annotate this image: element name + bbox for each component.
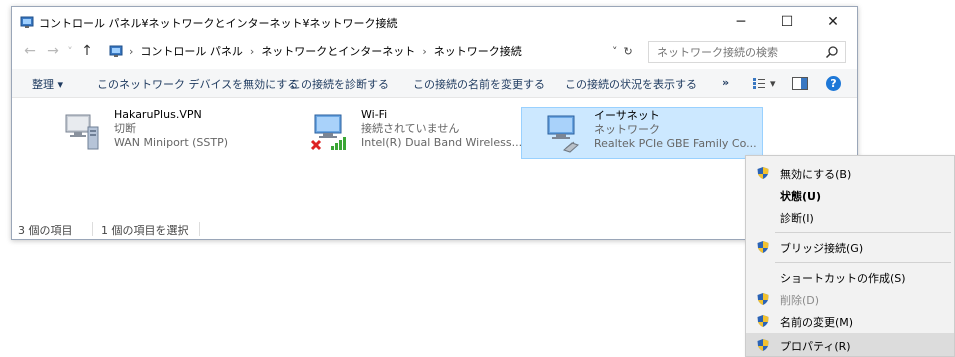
address-bar: ← → ˅ ↑ › コントロール パネル › ネットワークとインターネット › … bbox=[12, 37, 857, 65]
connection-name: HakaruPlus.VPN bbox=[114, 108, 202, 121]
menu-item-label: 状態(U) bbox=[780, 190, 821, 203]
menu-separator bbox=[775, 232, 951, 233]
search-icon[interactable] bbox=[825, 45, 839, 59]
list-item[interactable]: イーサネット ネットワーク Realtek PCIe GBE Family Co… bbox=[521, 107, 763, 159]
more-commands-button[interactable]: » bbox=[722, 76, 729, 89]
breadcrumb-separator[interactable]: › bbox=[250, 45, 254, 58]
menu-item-label: 名前の変更(M) bbox=[780, 316, 854, 329]
list-item[interactable]: HakaruPlus.VPN 切断 WAN Miniport (SSTP) bbox=[42, 107, 282, 157]
maximize-button[interactable]: ☐ bbox=[764, 7, 810, 37]
item-text: イーサネット ネットワーク Realtek PCIe GBE Family Co… bbox=[594, 109, 757, 151]
chevron-down-icon: ˅ bbox=[67, 44, 73, 58]
menu-item-label: ブリッジ接続(G) bbox=[780, 242, 864, 255]
status-bar: 3 個の項目 1 個の項目を選択 bbox=[12, 219, 857, 239]
breadcrumb-network-internet[interactable]: ネットワークとインターネット bbox=[261, 43, 415, 59]
menu-item-diagnose[interactable]: 診断(I) bbox=[746, 206, 954, 228]
menu-item-properties[interactable]: プロパティ(R) bbox=[746, 333, 954, 356]
up-button[interactable]: ↑ bbox=[78, 41, 96, 61]
uac-shield-icon bbox=[757, 293, 769, 305]
menu-item-label: 削除(D) bbox=[780, 294, 820, 307]
help-icon: ? bbox=[826, 75, 841, 91]
command-bar: 整理 ▾ このネットワーク デバイスを無効にする この接続を診断する この接続の… bbox=[12, 69, 857, 98]
wifi-adapter-icon bbox=[310, 114, 346, 151]
forward-arrow-icon: → bbox=[47, 43, 59, 59]
menu-item-status[interactable]: 状態(U) bbox=[746, 184, 954, 206]
preview-pane-button[interactable] bbox=[792, 74, 808, 92]
preview-pane-icon bbox=[792, 76, 808, 90]
rename-button[interactable]: この接続の名前を変更する bbox=[413, 76, 545, 92]
menu-item-label: ショートカットの作成(S) bbox=[780, 272, 906, 285]
selected-count: 1 個の項目を選択 bbox=[101, 224, 189, 237]
maximize-icon: ☐ bbox=[780, 14, 794, 30]
uac-shield-icon bbox=[757, 339, 769, 351]
menu-item-label: 診断(I) bbox=[780, 212, 814, 225]
uac-shield-icon bbox=[757, 315, 769, 327]
item-count: 3 個の項目 bbox=[18, 224, 73, 237]
minimize-button[interactable]: ─ bbox=[718, 7, 764, 37]
list-item[interactable]: Wi-Fi 接続されていません Intel(R) Dual Band Wirel… bbox=[289, 107, 529, 157]
uac-shield-icon bbox=[757, 241, 769, 253]
menu-item-bridge[interactable]: ブリッジ接続(G) bbox=[746, 236, 954, 258]
search-input[interactable] bbox=[649, 44, 819, 60]
address-tools: ˅ ↻ bbox=[612, 41, 633, 61]
chevron-down-icon: ▾ bbox=[770, 76, 776, 90]
connection-name: イーサネット bbox=[594, 109, 660, 122]
item-text: HakaruPlus.VPN 切断 WAN Miniport (SSTP) bbox=[114, 108, 228, 150]
diagnose-button[interactable]: この接続を診断する bbox=[290, 76, 389, 92]
close-button[interactable]: ✕ bbox=[810, 7, 856, 37]
menu-item-label: プロパティ(R) bbox=[780, 340, 851, 353]
context-menu: 無効にする(B) 状態(U) 診断(I) ブリッジ接続(G) ショートカットの作… bbox=[745, 155, 955, 357]
title-bar[interactable]: コントロール パネル¥ネットワークとインターネット¥ネットワーク接続 ─ ☐ ✕ bbox=[12, 7, 857, 37]
back-button[interactable]: ← bbox=[20, 41, 40, 61]
control-panel-icon bbox=[109, 45, 123, 57]
back-arrow-icon: ← bbox=[24, 43, 36, 59]
status-divider bbox=[92, 222, 93, 236]
breadcrumb-network-connections[interactable]: ネットワーク接続 bbox=[434, 43, 522, 59]
uac-shield-icon bbox=[757, 167, 769, 179]
breadcrumb-separator[interactable]: › bbox=[422, 45, 426, 58]
breadcrumb-control-panel[interactable]: コントロール パネル bbox=[140, 43, 243, 59]
view-details-icon bbox=[753, 78, 765, 89]
disable-device-button[interactable]: このネットワーク デバイスを無効にする bbox=[97, 76, 298, 92]
address-dropdown-icon[interactable]: ˅ bbox=[612, 45, 618, 58]
recent-locations-button[interactable]: ˅ bbox=[64, 41, 76, 61]
connection-name: Wi-Fi bbox=[361, 108, 388, 121]
breadcrumb-separator: › bbox=[129, 44, 134, 58]
view-status-button[interactable]: この接続の状況を表示する bbox=[565, 76, 697, 92]
up-arrow-icon: ↑ bbox=[81, 43, 93, 59]
menu-separator bbox=[775, 262, 951, 263]
forward-button[interactable]: → bbox=[43, 41, 63, 61]
menu-item-rename[interactable]: 名前の変更(M) bbox=[746, 310, 954, 332]
menu-item-label: 無効にする(B) bbox=[780, 168, 852, 181]
menu-item-delete[interactable]: 削除(D) bbox=[746, 288, 954, 310]
breadcrumb[interactable]: › コントロール パネル › ネットワークとインターネット › ネットワーク接続 bbox=[109, 41, 639, 61]
vpn-icon bbox=[65, 114, 99, 150]
explorer-window: コントロール パネル¥ネットワークとインターネット¥ネットワーク接続 ─ ☐ ✕… bbox=[11, 6, 858, 240]
connections-list: HakaruPlus.VPN 切断 WAN Miniport (SSTP) Wi… bbox=[12, 99, 857, 217]
organize-button[interactable]: 整理 ▾ bbox=[32, 76, 63, 92]
connection-status: ネットワーク bbox=[594, 123, 660, 136]
item-text: Wi-Fi 接続されていません Intel(R) Dual Band Wirel… bbox=[361, 108, 522, 150]
menu-item-create-shortcut[interactable]: ショートカットの作成(S) bbox=[746, 266, 954, 288]
control-panel-icon bbox=[20, 16, 34, 28]
status-divider bbox=[199, 222, 200, 236]
help-button[interactable]: ? bbox=[826, 74, 841, 92]
connection-device: WAN Miniport (SSTP) bbox=[114, 136, 229, 149]
search-box[interactable] bbox=[648, 41, 846, 63]
close-icon: ✕ bbox=[827, 14, 839, 30]
refresh-icon[interactable]: ↻ bbox=[624, 45, 633, 58]
connection-device: Intel(R) Dual Band Wireless... bbox=[361, 136, 523, 149]
connection-device: Realtek PCIe GBE Family Co... bbox=[594, 137, 757, 150]
connection-status: 接続されていません bbox=[361, 122, 460, 135]
minimize-icon: ─ bbox=[736, 14, 746, 30]
ethernet-adapter-icon bbox=[547, 115, 579, 153]
menu-item-disable[interactable]: 無効にする(B) bbox=[746, 162, 954, 184]
view-options-button[interactable]: ▾ bbox=[752, 74, 776, 92]
window-title: コントロール パネル¥ネットワークとインターネット¥ネットワーク接続 bbox=[39, 17, 398, 30]
connection-status: 切断 bbox=[114, 122, 136, 135]
